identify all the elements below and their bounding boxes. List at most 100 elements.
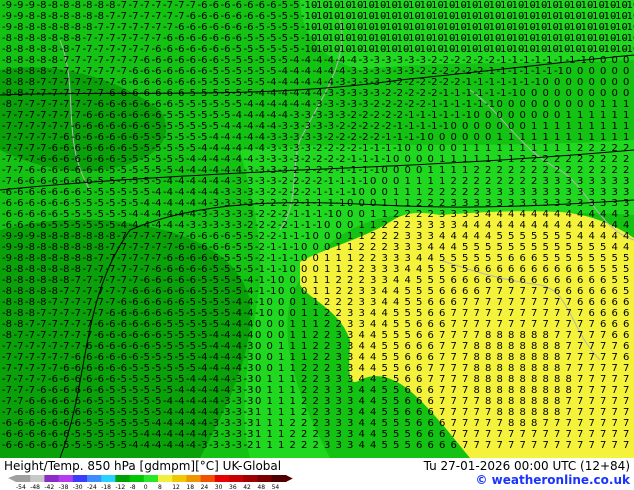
grid-value: -4 xyxy=(290,99,300,110)
grid-value: 1 xyxy=(278,407,284,418)
grid-value: -4 xyxy=(198,363,208,374)
grid-value: 8 xyxy=(497,363,503,374)
grid-value: -6 xyxy=(37,385,47,396)
colorbar-label: 48 xyxy=(257,484,265,490)
grid-value: -7 xyxy=(129,55,139,66)
grid-value: 1 xyxy=(278,363,284,374)
grid-value: 4 xyxy=(359,418,365,429)
grid-value: -1 xyxy=(255,275,265,286)
grid-value: -7 xyxy=(25,374,35,385)
grid-value: -6 xyxy=(186,22,196,33)
grid-value: 3 xyxy=(462,198,468,209)
grid-value: -1 xyxy=(267,242,277,253)
grid-value: 4 xyxy=(520,209,526,220)
grid-value: -1 xyxy=(439,99,449,110)
grid-value: 2 xyxy=(370,253,376,264)
grid-value: 8 xyxy=(543,374,549,385)
grid-value: 7 xyxy=(612,440,618,451)
grid-value: 6 xyxy=(566,264,572,275)
grid-value: -3 xyxy=(232,396,242,407)
grid-value: 5 xyxy=(554,231,560,242)
colorbar-swatch xyxy=(172,475,187,482)
grid-value: 8 xyxy=(474,352,480,363)
grid-value: -7 xyxy=(14,165,24,176)
grid-value: 3 xyxy=(531,198,537,209)
grid-value: 0 xyxy=(612,55,618,66)
grid-value: 5 xyxy=(577,253,583,264)
grid-value: -8 xyxy=(37,55,47,66)
grid-value: 3 xyxy=(554,176,560,187)
grid-value: -8 xyxy=(83,22,93,33)
grid-value: 1 xyxy=(497,143,503,154)
grid-value: 7 xyxy=(543,308,549,319)
grid-value: -2 xyxy=(255,253,265,264)
grid-value: -6 xyxy=(25,440,35,451)
grid-value: 6 xyxy=(428,352,434,363)
grid-value: 1 xyxy=(543,132,549,143)
temperature-map[interactable]: -9 -9 -9 -8 -8 -8 -8 -8 -8 -8 -7 -7 -7 -7 -7 -7 -7 -6 -6 -6… xyxy=(0,0,634,458)
grid-value: 3 xyxy=(324,418,330,429)
grid-value: 5 xyxy=(393,440,399,451)
grid-value: 6 xyxy=(623,352,629,363)
grid-value: 7 xyxy=(566,440,572,451)
grid-value: -8 xyxy=(25,242,35,253)
grid-value: -6 xyxy=(175,77,185,88)
grid-value: 7 xyxy=(497,440,503,451)
grid-value: -4 xyxy=(163,220,173,231)
grid-value: -6 xyxy=(48,176,58,187)
grid-value: -7 xyxy=(106,66,116,77)
grid-value: 4 xyxy=(520,220,526,231)
grid-value: 6 xyxy=(566,275,572,286)
grid-value: 2 xyxy=(301,385,307,396)
grid-value: 5 xyxy=(405,286,411,297)
grid-value: -4 xyxy=(336,66,346,77)
grid-value: -7 xyxy=(106,286,116,297)
grid-value: 6 xyxy=(543,275,549,286)
grid-value: -3 xyxy=(313,99,323,110)
grid-value: -7 xyxy=(117,242,127,253)
grid-value: 7 xyxy=(485,319,491,330)
grid-value: 1 xyxy=(313,275,319,286)
grid-value: 1 xyxy=(497,132,503,143)
grid-value: 0 xyxy=(577,77,583,88)
grid-value: -2 xyxy=(370,110,380,121)
grid-value: 2 xyxy=(313,396,319,407)
grid-value: -4 xyxy=(198,187,208,198)
grid-value: 4 xyxy=(370,418,376,429)
grid-value: -1 xyxy=(405,132,415,143)
grid-value: 3 xyxy=(347,418,353,429)
grid-value: -6 xyxy=(83,154,93,165)
grid-value: -8 xyxy=(2,286,12,297)
grid-value: -7 xyxy=(117,66,127,77)
grid-value: 7 xyxy=(543,297,549,308)
grid-value: -7 xyxy=(60,88,70,99)
grid-value: -6 xyxy=(14,440,24,451)
grid-value: 6 xyxy=(439,297,445,308)
grid-value: 1 xyxy=(278,341,284,352)
credit-link[interactable]: © weatheronline.co.uk xyxy=(475,473,630,487)
grid-value: 1 xyxy=(336,253,342,264)
grid-value: -1 xyxy=(255,308,265,319)
grid-value: -7 xyxy=(2,143,12,154)
grid-value: -6 xyxy=(129,352,139,363)
grid-value: 0 xyxy=(416,143,422,154)
grid-value: -5 xyxy=(152,374,162,385)
grid-value: 2 xyxy=(290,418,296,429)
grid-value: -7 xyxy=(106,253,116,264)
grid-value: -8 xyxy=(94,242,104,253)
grid-value: -6 xyxy=(71,418,81,429)
grid-value: -6 xyxy=(71,121,81,132)
grid-value: 2 xyxy=(336,275,342,286)
grid-value: 0 xyxy=(566,88,572,99)
grid-value: -2 xyxy=(382,99,392,110)
grid-value: -7 xyxy=(25,154,35,165)
grid-value: 7 xyxy=(439,396,445,407)
grid-value: -6 xyxy=(232,22,242,33)
grid-value: 5 xyxy=(554,242,560,253)
grid-value: -4 xyxy=(221,154,231,165)
grid-value: -7 xyxy=(94,264,104,275)
grid-value: -6 xyxy=(48,374,58,385)
grid-value: 8 xyxy=(497,385,503,396)
grid-value: -4 xyxy=(232,308,242,319)
grid-value: -5 xyxy=(117,374,127,385)
